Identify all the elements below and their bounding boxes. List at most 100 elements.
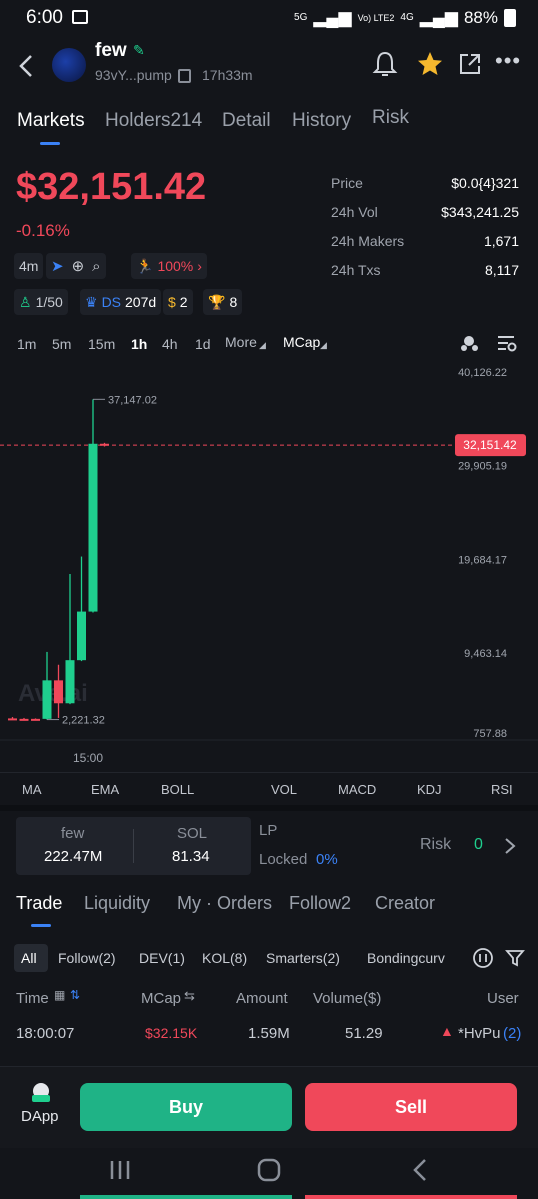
section-gap	[0, 805, 538, 811]
telegram-icon[interactable]: ➤	[51, 257, 64, 275]
quote-label: SOL	[177, 825, 208, 842]
y-axis-tick-label: 9,463.14	[464, 648, 507, 660]
edit-pen-icon[interactable]: ✎	[133, 42, 145, 59]
runner-icon: 🏃	[136, 257, 154, 274]
price-change: -0.16%	[16, 221, 70, 240]
ds-label: DS	[101, 294, 122, 310]
tab-holders[interactable]: Holders214	[105, 110, 202, 132]
share-icon[interactable]	[457, 51, 483, 77]
y-axis-tick-label: 757.88	[473, 728, 507, 740]
tab-history[interactable]: History	[292, 110, 351, 132]
stat-txs: 24h Txs 8,117	[331, 262, 519, 278]
chevron-right-icon[interactable]	[504, 837, 516, 855]
filter-funnel-icon[interactable]	[505, 948, 525, 968]
indicator-ema[interactable]: EMA	[91, 782, 119, 797]
tf-4h[interactable]: 4h	[162, 336, 178, 352]
holders-ratio: 1/50	[35, 294, 63, 310]
chart-settings-icon[interactable]	[496, 333, 518, 353]
col-volume: Volume($)	[313, 990, 382, 1007]
stat-value: 8,117	[485, 262, 519, 278]
copy-icon[interactable]	[178, 69, 191, 83]
filter-bondingcurve[interactable]: Bondingcurv	[367, 950, 445, 966]
search-icon[interactable]: ⌕	[92, 258, 100, 275]
bags-badge: $ 2	[163, 289, 193, 315]
market-cap-price: $32,151.42	[16, 166, 207, 208]
tf-1h[interactable]: 1h	[131, 336, 147, 352]
tab-detail[interactable]: Detail	[222, 110, 271, 132]
row-mcap: $32.15K	[145, 1025, 198, 1041]
more-menu-icon[interactable]: •••	[495, 48, 521, 74]
swap-icon[interactable]: ⇆	[184, 988, 195, 1004]
boost-value: 100%	[157, 258, 194, 274]
sort-icon[interactable]: ⇅	[70, 988, 80, 1002]
drawing-tool-icon[interactable]	[459, 333, 481, 353]
indicator-macd[interactable]: MACD	[338, 782, 376, 797]
boost-badge[interactable]: 🏃 100% ›	[131, 253, 207, 279]
tf-15m[interactable]: 15m	[88, 336, 115, 352]
stat-value: $0.0{4}321	[451, 175, 519, 191]
filter-all[interactable]: All	[21, 950, 37, 966]
recent-apps-icon[interactable]	[108, 1159, 132, 1181]
token-address[interactable]: 93vY...pump	[95, 67, 172, 83]
sell-button[interactable]: Sell	[305, 1083, 517, 1131]
high-price-label: 37,147.02	[108, 394, 157, 406]
tab-markets[interactable]: Markets	[17, 110, 85, 132]
price-chart[interactable]: Ave.ai 40,126.22 29,905.19 19,684.17 9,463.…	[0, 360, 538, 770]
dexscreener-badge: ♛ DS 207d	[80, 289, 162, 315]
tf-1m[interactable]: 1m	[17, 336, 36, 352]
filter-kol[interactable]: KOL(8)	[202, 950, 247, 966]
stat-volume: 24h Vol $343,241.25	[331, 204, 519, 220]
filter-smarters[interactable]: Smarters(2)	[266, 950, 340, 966]
indicator-ma[interactable]: MA	[22, 782, 42, 797]
age-badge: 4m	[14, 253, 44, 279]
tf-mcap[interactable]: MCap	[283, 334, 320, 350]
pause-refresh-icon[interactable]	[472, 947, 494, 969]
col-time[interactable]: Time	[16, 990, 49, 1007]
indicator-vol[interactable]: VOL	[271, 782, 297, 797]
filter-follow[interactable]: Follow(2)	[58, 950, 116, 966]
row-amount: 1.59M	[248, 1025, 290, 1042]
stat-key: 24h Vol	[331, 204, 378, 220]
tab-risk[interactable]: Risk	[372, 107, 409, 129]
tf-5m[interactable]: 5m	[52, 336, 71, 352]
action-bar: DApp Buy Sell	[0, 1066, 538, 1148]
buy-button-shadow	[80, 1195, 292, 1199]
table-row[interactable]: 18:00:07 $32.15K 1.59M 51.29 ▲ *HvPu (2)	[0, 1016, 538, 1050]
home-icon[interactable]	[257, 1158, 281, 1182]
hat-icon: ♛	[85, 293, 98, 310]
tf-1d[interactable]: 1d	[195, 336, 211, 352]
risk-label[interactable]: Risk	[420, 836, 451, 854]
stat-makers: 24h Makers 1,671	[331, 233, 519, 249]
token-header: few ✎ 93vY...pump 17h33m •••	[0, 36, 538, 100]
bell-icon[interactable]	[372, 50, 398, 78]
tab-follow[interactable]: Follow2	[289, 893, 351, 914]
candle-body	[77, 611, 86, 661]
tab-liquidity[interactable]: Liquidity	[84, 893, 150, 914]
col-mcap[interactable]: MCap	[141, 990, 181, 1007]
filter-dev[interactable]: DEV(1)	[139, 950, 185, 966]
dapp-label[interactable]: DApp	[21, 1108, 59, 1125]
chevron-right-icon: ›	[197, 258, 202, 274]
indicator-boll[interactable]: BOLL	[161, 782, 194, 797]
dapp-icon[interactable]	[29, 1082, 53, 1104]
network-label: 5G	[294, 12, 308, 23]
website-globe-icon[interactable]: ⊕	[72, 257, 85, 275]
tf-more[interactable]: More	[225, 334, 257, 350]
watermark-logo: Ave.ai	[18, 680, 88, 707]
buy-button[interactable]: Buy	[80, 1083, 292, 1131]
star-icon[interactable]	[416, 50, 444, 78]
tab-my-orders[interactable]: My · Orders	[177, 893, 272, 914]
tab-trade[interactable]: Trade	[16, 893, 62, 914]
row-user[interactable]: *HvPu	[458, 1025, 501, 1042]
candle-body	[19, 718, 29, 721]
calendar-icon[interactable]: ▦	[54, 988, 65, 1002]
token-avatar	[52, 48, 86, 82]
indicator-rsi[interactable]: RSI	[491, 782, 513, 797]
back-nav-icon[interactable]	[412, 1158, 428, 1182]
back-arrow-icon[interactable]	[18, 54, 34, 78]
indicator-kdj[interactable]: KDJ	[417, 782, 442, 797]
col-user: User	[487, 990, 519, 1007]
row-time: 18:00:07	[16, 1025, 75, 1042]
current-price-label: 32,151.42	[463, 438, 517, 452]
tab-creator[interactable]: Creator	[375, 893, 435, 914]
